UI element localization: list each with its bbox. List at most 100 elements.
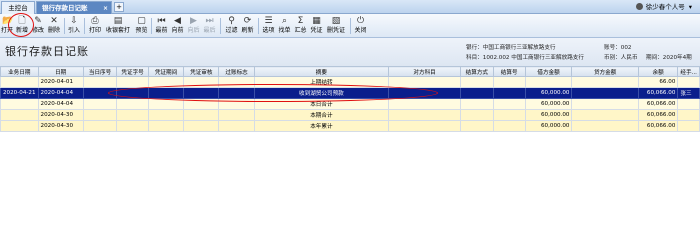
table-row[interactable]: 2020-04-30 本年累计 60,000.00 60,066.00 (0, 120, 700, 132)
last-icon: ⏭ (205, 16, 214, 26)
table-cell (388, 109, 462, 121)
currency-value: 人民币 (620, 55, 638, 61)
table-cell (571, 76, 639, 88)
table-cell (147, 109, 185, 121)
delete-voucher-icon: ▧ (331, 16, 341, 26)
table-cell (460, 87, 494, 99)
delete-voucher-label: 删凭证 (326, 27, 345, 34)
column-header[interactable]: 结算方式 (460, 66, 494, 77)
toolbar-divider (151, 18, 152, 34)
table-cell (492, 87, 526, 99)
account-value: 002 (620, 45, 632, 51)
period-value: 2020年4期 (662, 55, 692, 61)
edit-icon: ✎ (34, 16, 42, 26)
user-menu[interactable]: 徐少春个人号 ▾ (635, 2, 692, 12)
table-cell: 本期合计 (253, 109, 390, 121)
table-cell (571, 109, 639, 121)
first-label: 最前 (155, 27, 168, 34)
refresh-button[interactable]: ⟳ 刷新 (240, 15, 255, 37)
voucher-label: 凭证 (310, 27, 323, 34)
refresh-icon: ⟳ (243, 16, 252, 26)
preview-icon: ▢ (137, 16, 146, 26)
summary-label: 汇总 (294, 27, 307, 34)
close-button[interactable]: ⏻ 关闭 (353, 15, 368, 37)
last-label: 最后 (203, 27, 216, 34)
column-header[interactable]: 贷方金额 (571, 66, 639, 77)
column-header[interactable]: 凭证期间 (147, 66, 185, 77)
table-cell (677, 120, 700, 132)
tab-bank-journal[interactable]: 银行存款日记账 × (36, 1, 112, 14)
table-cell (571, 98, 639, 110)
table-header-row: 业务日期 日期 当日序号 凭证字号 凭证期间 凭证审核 过账标志 摘要 对方科目… (0, 66, 700, 77)
delete-button[interactable]: ✕ 删除 (47, 15, 61, 37)
column-header[interactable]: 日期 (37, 66, 84, 77)
add-tab-icon[interactable]: + (114, 2, 124, 12)
column-header[interactable]: 业务日期 (0, 66, 39, 77)
table-cell (677, 109, 700, 121)
import-button[interactable]: ⇩ 引入 (67, 15, 81, 37)
report-header: 银行存款日记账 银行：中国工商银行三亚解放路支行 科目：1002.002 中国工… (0, 38, 700, 66)
column-header[interactable]: 过账标志 (218, 66, 255, 77)
page-title: 银行存款日记账 (5, 45, 89, 58)
first-icon: ⏮ (157, 16, 166, 26)
table-cell: 60,066.00 (637, 109, 679, 121)
delete-voucher-button[interactable]: ▧ 删凭证 (325, 15, 347, 37)
table-cell (492, 109, 526, 121)
column-header[interactable]: 结算号 (492, 66, 526, 77)
table-cell: 2020-04-30 (37, 120, 84, 132)
voucher-button[interactable]: ▦ 凭证 (309, 15, 324, 37)
last-button[interactable]: ⏭ 最后 (202, 15, 217, 37)
preview-button[interactable]: ▢ 预览 (134, 15, 149, 37)
table-row[interactable]: 2020-04-30 本期合计 60,000.00 60,066.00 (0, 109, 700, 121)
subject-label: 科目： (466, 55, 483, 61)
table-cell (388, 76, 462, 88)
cash-print-button[interactable]: ▤ 收银套打 (103, 15, 133, 37)
tab-home[interactable]: 主控台 (1, 1, 35, 14)
bank-label: 银行： (466, 45, 483, 51)
filter-button[interactable]: ⚲ 过滤 (224, 15, 239, 37)
highlight-oval-selected-row (108, 84, 438, 102)
column-header[interactable]: 借方金额 (524, 66, 573, 77)
options-button[interactable]: ☰ 选项 (261, 15, 276, 37)
toolbar-divider (220, 18, 221, 34)
next-label: 向后 (187, 27, 200, 34)
column-header[interactable]: 余额 (637, 66, 679, 77)
next-button[interactable]: ▶ 向后 (186, 15, 201, 37)
tab-bar: 主控台 银行存款日记账 × + 徐少春个人号 ▾ (0, 0, 700, 14)
period-label: 期间： (646, 55, 663, 61)
currency-info: 币别：人民币 (604, 53, 638, 61)
table-cell (677, 98, 700, 110)
close-icon: ⏻ (356, 16, 365, 26)
column-header[interactable]: 对方科目 (388, 66, 462, 77)
table-cell (183, 120, 220, 132)
table-cell (677, 76, 700, 88)
table-cell (388, 98, 462, 110)
toolbar-divider (84, 18, 85, 34)
avatar (635, 3, 643, 10)
summary-button[interactable]: Σ 汇总 (293, 15, 308, 37)
find-doc-label: 找单 (278, 27, 291, 34)
cash-print-icon: ▤ (113, 16, 123, 26)
highlight-circle-new (8, 13, 34, 37)
table-cell (492, 98, 526, 110)
toolbar: 📂 打开 🗋 新增 ✎ 修改 ✕ 删除 ⇩ 引入 ⎙ 打印 ▤ 收银套打 ▢ 预览 ⏮ 最前 ◀ 向… (0, 14, 700, 38)
toolbar-divider (64, 18, 65, 34)
table-cell: 张三 (677, 87, 700, 99)
table-cell (0, 120, 39, 132)
column-header[interactable]: 当日序号 (82, 66, 118, 77)
table-cell: 60,066.00 (637, 120, 679, 132)
next-icon: ▶ (190, 16, 197, 26)
options-icon: ☰ (264, 16, 273, 26)
table-cell (116, 98, 149, 110)
column-header[interactable]: 摘要 (253, 66, 390, 77)
preview-label: 预览 (135, 27, 148, 34)
table-cell: 60,000.00 (524, 98, 573, 110)
column-header[interactable]: 凭证审核 (183, 66, 220, 77)
find-doc-button[interactable]: ⌕ 找单 (277, 15, 292, 37)
column-header[interactable]: 经手... (677, 66, 700, 77)
column-header[interactable]: 凭证字号 (116, 66, 149, 77)
first-button[interactable]: ⏮ 最前 (154, 15, 169, 37)
prev-button[interactable]: ◀ 向前 (170, 15, 185, 37)
subject-info: 科目：1002.002 中国工商银行三亚解放路支行 (466, 53, 584, 61)
print-button[interactable]: ⎙ 打印 (88, 15, 102, 37)
